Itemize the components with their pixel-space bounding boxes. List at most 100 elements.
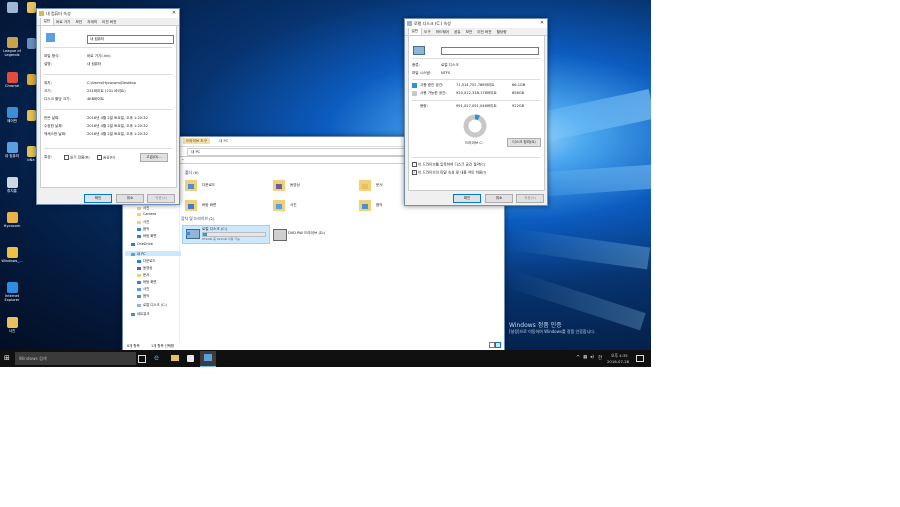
desktop-icon-image — [26, 146, 36, 157]
active-window-task-button[interactable] — [200, 351, 216, 367]
nav-item[interactable]: 음악 — [137, 226, 149, 231]
close-icon[interactable]: ✕ — [170, 9, 178, 18]
used-color-swatch — [412, 83, 417, 88]
desktop-icon[interactable]: Chrome — [1, 72, 23, 88]
close-icon[interactable]: ✕ — [538, 19, 546, 28]
tab-7[interactable]: 할당량 — [494, 29, 509, 35]
clock-date[interactable]: 2016-07-28 — [607, 359, 629, 364]
tab-4[interactable]: 자세히 — [85, 19, 100, 25]
tab-panel — [40, 26, 177, 188]
nav-item[interactable]: 사진 — [137, 286, 149, 291]
title-bar[interactable]: 내 컴퓨터 속성 ✕ — [37, 9, 179, 18]
tiles-view-icon[interactable] — [495, 342, 501, 348]
network-icon[interactable]: ▦ — [583, 355, 587, 360]
edge-icon[interactable]: e — [154, 353, 159, 363]
property-value: 2016년 4월 2일 토요일, 오후 1:20:32 — [87, 132, 148, 136]
desktop-icon[interactable]: Internet Explorer — [1, 282, 23, 302]
desktop-icon[interactable]: Windows_... — [1, 247, 23, 263]
apply-button[interactable]: 적용(A) — [516, 194, 544, 203]
tab-1[interactable]: 일반 — [40, 17, 54, 25]
disk-properties-window[interactable]: 로컬 디스크 (C:) 속성 ✕ 일반 도구 하드웨어 공유 보안 이전 버전 할당량 종류… — [404, 18, 548, 206]
nav-label: OneDrive — [137, 242, 153, 246]
apply-button[interactable]: 적용(A) — [147, 194, 175, 203]
desktop-icon[interactable]: 내 컴퓨터 — [1, 142, 23, 158]
desktop-icon-image — [26, 38, 36, 49]
folder-item[interactable]: 다운로드 — [185, 179, 265, 193]
store-icon[interactable] — [187, 355, 194, 362]
desktop-icon[interactable] — [1, 2, 23, 14]
desktop-icon[interactable]: 제어판 — [1, 107, 23, 123]
tab-2[interactable]: 바로 가기 — [54, 19, 73, 25]
drive-c-tile[interactable]: 로컬 디스크 (C:) 856GB 중 922GB 사용 가능 — [182, 225, 270, 244]
compress-checkbox[interactable]: 이 드라이브를 압축하여 디스크 공간 절약(C) — [412, 162, 485, 168]
cancel-button[interactable]: 취소 — [116, 194, 144, 203]
nav-item[interactable]: Camera — [137, 212, 156, 216]
shortcut-properties-window[interactable]: 내 컴퓨터 속성 ✕ 일반 바로 가기 보안 자세히 이전 버전 내 컴퓨터 특성: 읽… — [36, 8, 180, 205]
readonly-checkbox[interactable]: 읽기 전용(R) — [64, 155, 90, 161]
folder-item[interactable]: 사진 — [273, 199, 353, 213]
disk-cleanup-button[interactable]: 디스크 정리(D) — [507, 138, 541, 147]
volume-icon[interactable]: ◂) — [590, 355, 594, 360]
ok-button[interactable]: 확인 — [453, 194, 481, 203]
tab-5[interactable]: 이전 버전 — [100, 19, 119, 25]
desktop-icon[interactable]: 휴지통 — [1, 177, 23, 193]
window-title: 내 컴퓨터 속성 — [46, 10, 71, 16]
start-windows-icon[interactable]: ⊞ — [4, 355, 11, 362]
dvd-drive-icon[interactable] — [273, 229, 287, 241]
tab-3[interactable]: 하드웨어 — [433, 29, 451, 35]
nav-item[interactable]: 네트워크 — [131, 311, 149, 316]
tab-5[interactable]: 보안 — [463, 29, 475, 35]
nav-icon — [131, 252, 135, 256]
advanced-button[interactable]: 고급(D)... — [140, 153, 168, 162]
nav-icon — [137, 273, 141, 277]
action-center-icon[interactable] — [636, 355, 644, 362]
collapse-chevron-icon[interactable]: ⌄ — [181, 156, 184, 161]
nav-label: 동영상 — [143, 266, 153, 270]
hidden-checkbox[interactable]: 숨김(H) — [97, 155, 115, 161]
file-explorer-icon[interactable] — [171, 355, 179, 361]
nav-item[interactable]: 로컬 디스크 (C:) — [137, 302, 167, 307]
desktop-icon[interactable]: 사진 — [1, 317, 23, 333]
nav-item[interactable]: 문서 — [137, 272, 149, 277]
tab-3[interactable]: 보안 — [73, 19, 85, 25]
folder-item[interactable]: 동영상 — [273, 179, 353, 193]
ime-mode[interactable]: 한 — [598, 355, 602, 361]
cancel-button[interactable]: 취소 — [485, 194, 513, 203]
divider — [44, 109, 172, 110]
nav-item[interactable]: 동영상 — [137, 265, 152, 270]
tab-1[interactable]: 일반 — [408, 27, 422, 35]
name-field[interactable]: 내 컴퓨터 — [87, 35, 174, 44]
property-value: 내 컴퓨터 — [87, 62, 102, 66]
filesystem-label: 파일 시스템: — [412, 71, 431, 75]
property-label: 파일 형식: — [44, 54, 60, 58]
shortcut-icon — [39, 11, 44, 16]
nav-item[interactable]: 바탕 화면 — [137, 233, 157, 238]
desktop-icon[interactable]: Hycocom — [1, 212, 23, 228]
folder-label: 다운로드 — [202, 183, 216, 187]
total-gb: 922GB — [512, 104, 525, 108]
status-item-count: 8개 항목 — [127, 344, 140, 348]
nav-item[interactable]: 사진 — [137, 219, 149, 224]
drive-name-field[interactable] — [441, 47, 539, 55]
folder-item[interactable]: 바탕 화면 — [185, 199, 265, 213]
task-view-icon[interactable] — [138, 355, 146, 363]
tray-chevron-icon[interactable]: ^ — [576, 355, 580, 361]
tab-2[interactable]: 도구 — [422, 29, 434, 35]
title-bar[interactable]: 로컬 디스크 (C:) 속성 ✕ — [405, 19, 547, 28]
tab-4[interactable]: 공유 — [451, 29, 463, 35]
nav-item[interactable]: 다운로드 — [137, 258, 155, 263]
nav-item[interactable]: 음악 — [137, 293, 149, 298]
index-checkbox[interactable]: ✓ 이 드라이브의 파일 속성 및 내용 색인 허용(I) — [412, 170, 486, 176]
ribbon-context-tab[interactable]: 드라이브 도구 — [183, 138, 210, 144]
dvd-drive-name[interactable]: DVD RW 드라이브 (D:) — [288, 231, 325, 236]
nav-item[interactable]: OneDrive — [131, 242, 153, 246]
ok-button[interactable]: 확인 — [84, 194, 112, 203]
search-box[interactable]: Windows 검색 — [15, 352, 136, 365]
nav-item[interactable]: 사진 — [137, 205, 149, 210]
nav-item[interactable]: 내 PC — [125, 251, 181, 256]
nav-label: 다운로드 — [143, 259, 156, 263]
desktop-icon[interactable]: League of Legends — [1, 37, 23, 57]
desktop-icon-label: 제어판 — [7, 119, 17, 123]
nav-item[interactable]: 바탕 화면 — [137, 279, 157, 284]
tab-6[interactable]: 이전 버전 — [475, 29, 494, 35]
